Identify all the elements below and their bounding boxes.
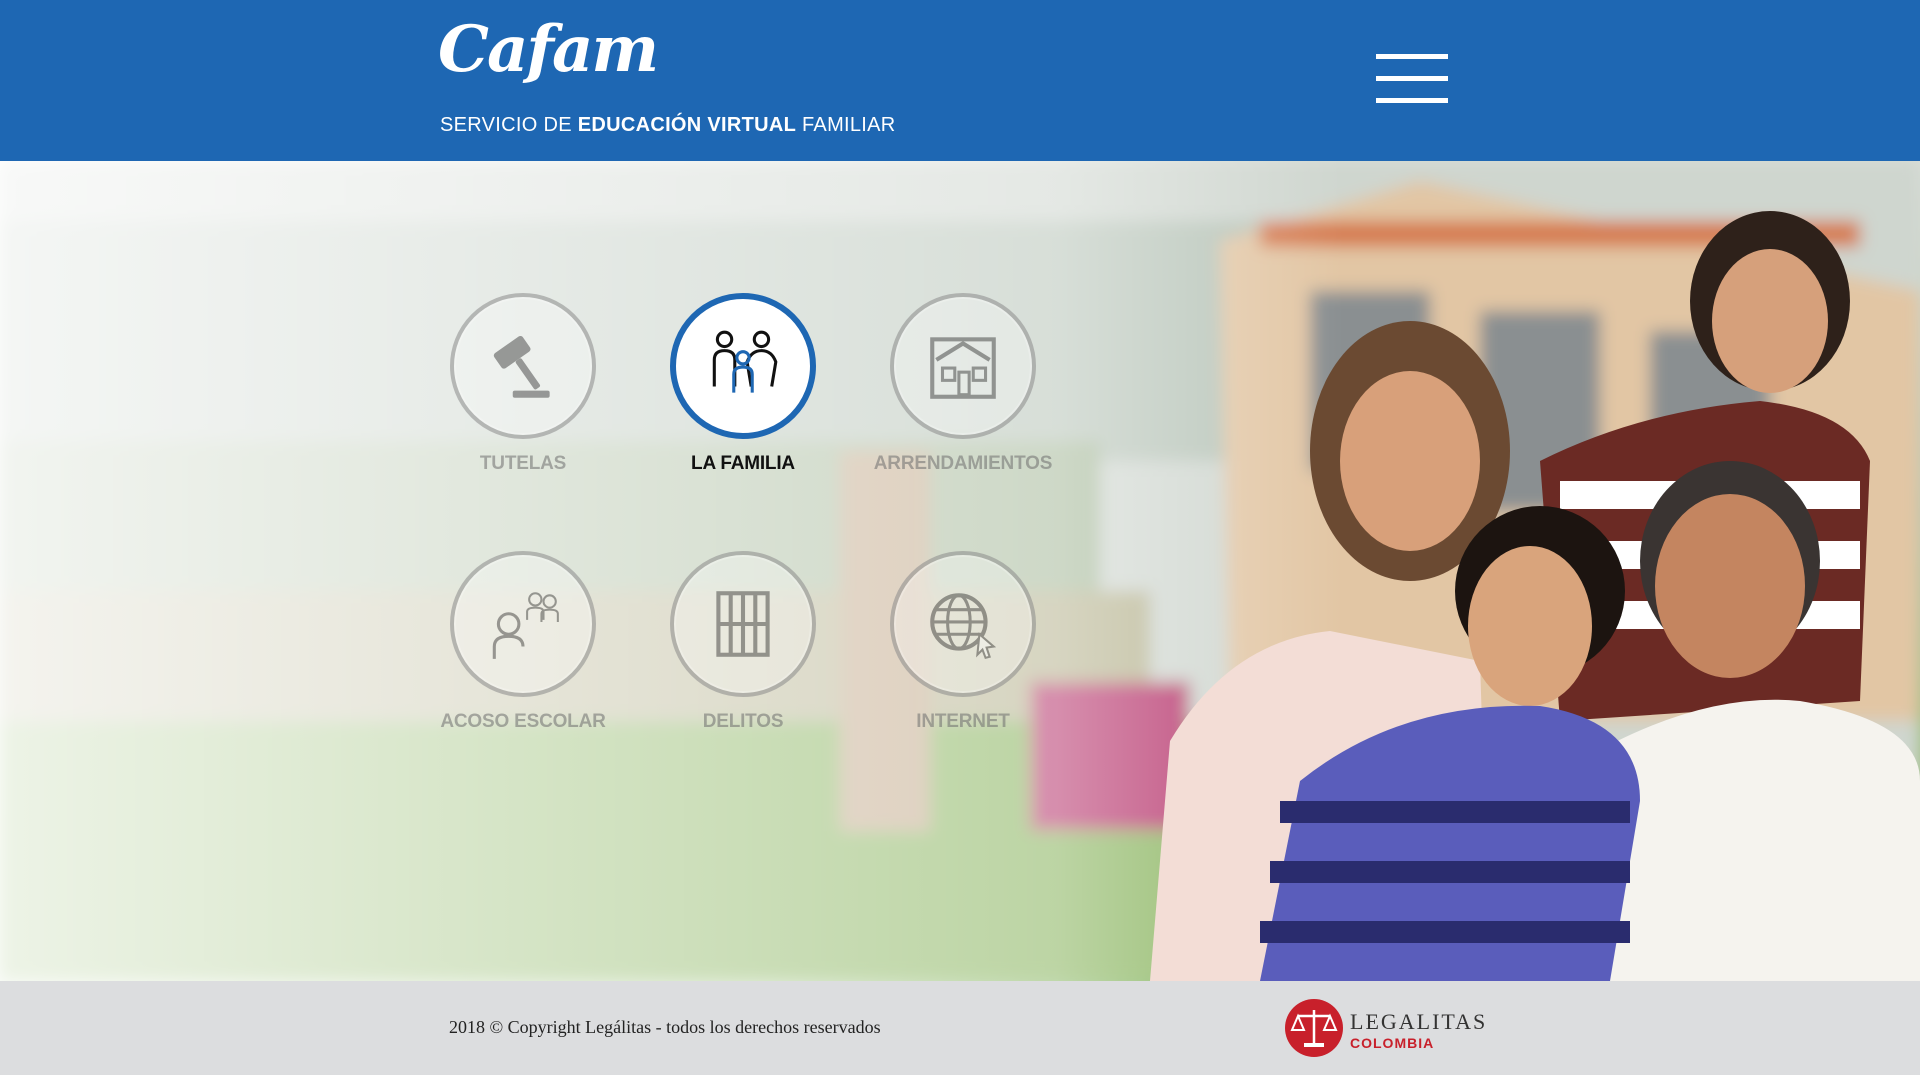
- house-icon: [930, 337, 996, 399]
- category-label: LA FAMILIA: [691, 453, 795, 474]
- family-icon: [712, 330, 778, 393]
- category-circle: [450, 293, 596, 439]
- hero-banner: TUTELAS LA FAMILIA ARRENDAMIENTOS ACOSO …: [0, 161, 1920, 981]
- category-circle: [890, 551, 1036, 697]
- globe-cursor-icon: [930, 593, 997, 660]
- category-circle: [890, 293, 1036, 439]
- category-internet[interactable]: INTERNET: [853, 551, 1073, 733]
- tagline-prefix: SERVICIO DE: [440, 114, 578, 136]
- category-acoso-escolar[interactable]: ACOSO ESCOLAR: [413, 551, 633, 733]
- copyright-text: 2018 © Copyright Legálitas - todos los d…: [449, 1017, 881, 1037]
- category-label: INTERNET: [916, 711, 1010, 732]
- category-arrendamientos[interactable]: ARRENDAMIENTOS: [853, 293, 1073, 475]
- category-la-familia[interactable]: LA FAMILIA: [633, 293, 853, 475]
- category-circle: [450, 551, 596, 697]
- site-header: Cafam SERVICIO DE EDUCACIÓN VIRTUAL FAMI…: [0, 0, 1920, 161]
- bullying-icon: [492, 592, 559, 659]
- category-label: ARRENDAMIENTOS: [873, 453, 1053, 474]
- brand-sub: COLOMBIA: [1350, 1035, 1435, 1051]
- tagline-strong: EDUCACIÓN VIRTUAL: [577, 114, 797, 136]
- hamburger-menu-icon[interactable]: [1376, 52, 1450, 106]
- category-label: TUTELAS: [479, 453, 567, 474]
- gavel-icon: [493, 335, 550, 398]
- category-circle: [670, 551, 816, 697]
- tagline-suffix: FAMILIAR: [796, 114, 896, 136]
- category-circle: [670, 293, 816, 439]
- prison-bars-icon: [716, 591, 770, 657]
- category-delitos[interactable]: DELITOS: [633, 551, 853, 733]
- category-tutelas[interactable]: TUTELAS: [413, 293, 633, 475]
- scales-of-justice-icon: [1285, 999, 1343, 1057]
- category-label: DELITOS: [702, 711, 784, 732]
- cafam-logo[interactable]: Cafam: [438, 18, 659, 82]
- site-footer: 2018 © Copyright Legálitas - todos los d…: [0, 981, 1920, 1075]
- logo-text: Cafam: [438, 12, 659, 87]
- category-label: ACOSO ESCOLAR: [440, 711, 606, 732]
- brand-name: LEGALITAS: [1350, 1009, 1488, 1034]
- site-tagline: SERVICIO DE EDUCACIÓN VIRTUAL FAMILIAR: [440, 114, 896, 137]
